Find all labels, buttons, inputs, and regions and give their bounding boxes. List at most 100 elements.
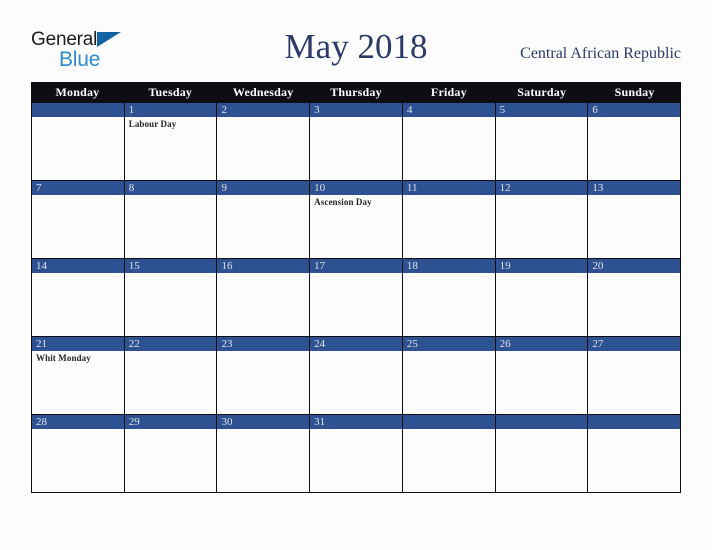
day-content: [496, 117, 588, 180]
day-content: [403, 351, 495, 414]
day-number: 4: [402, 103, 495, 117]
day-content: [310, 117, 402, 180]
day-content: [588, 195, 680, 258]
day-content: [32, 195, 124, 258]
calendar-day-cell[interactable]: 3: [310, 103, 403, 180]
calendar-day-cell[interactable]: 30: [217, 415, 311, 492]
calendar-day-cell[interactable]: 8: [124, 181, 218, 258]
calendar-week-row: 21 Whit Monday 22 23 24 25 26 27: [31, 337, 681, 415]
day-number: 7: [32, 181, 124, 195]
holiday-label: Labour Day: [128, 119, 177, 129]
logo-triangle-icon: [97, 32, 121, 47]
calendar-day-cell[interactable]: 16: [217, 259, 311, 336]
day-number: [32, 103, 124, 117]
day-number: 16: [217, 259, 310, 273]
page-header: General Blue May 2018 Central African Re…: [0, 0, 712, 82]
calendar-week-row: 14 15 16 17 18 19 20: [31, 259, 681, 337]
weekday-friday: Friday: [430, 85, 467, 99]
calendar-day-cell[interactable]: 11: [402, 181, 496, 258]
calendar-day-cell[interactable]: 29: [124, 415, 218, 492]
calendar-day-cell[interactable]: 7: [32, 181, 125, 258]
day-number: 11: [402, 181, 495, 195]
calendar-day-cell[interactable]: 12: [495, 181, 589, 258]
calendar-day-cell[interactable]: 13: [588, 181, 681, 258]
day-content: [217, 117, 309, 180]
calendar-day-cell[interactable]: 6: [588, 103, 681, 180]
logo-text-blue: Blue: [59, 48, 101, 71]
day-number: 17: [310, 259, 402, 273]
calendar-day-cell[interactable]: 22: [124, 337, 218, 414]
calendar-day-cell[interactable]: 15: [124, 259, 218, 336]
weekday-saturday: Saturday: [517, 85, 567, 99]
day-number: 22: [124, 337, 217, 351]
day-number: 15: [124, 259, 217, 273]
day-number: 28: [32, 415, 124, 429]
calendar-day-cell[interactable]: 2: [217, 103, 311, 180]
calendar-day-cell[interactable]: 14: [32, 259, 125, 336]
calendar-day-cell[interactable]: 17: [310, 259, 403, 336]
day-number: 8: [124, 181, 217, 195]
day-content: [403, 195, 495, 258]
weekday-sunday: Sunday: [614, 85, 655, 99]
day-content: [217, 195, 309, 258]
general-blue-logo[interactable]: General Blue: [31, 30, 141, 74]
calendar-week-row: 28 29 30 31: [31, 415, 681, 493]
day-content: [310, 273, 402, 336]
day-content: [217, 351, 309, 414]
calendar-day-cell[interactable]: 26: [495, 337, 589, 414]
weekday-wednesday: Wednesday: [232, 85, 294, 99]
day-content: [496, 429, 588, 492]
calendar-day-cell[interactable]: 5: [495, 103, 589, 180]
day-number: 2: [217, 103, 310, 117]
day-number: 10: [310, 181, 402, 195]
day-number: 1: [124, 103, 217, 117]
day-content: [496, 273, 588, 336]
calendar-week-row: 1 Labour Day 2 3 4 5 6: [31, 102, 681, 181]
calendar-grid: Monday Tuesday Wednesday Thursday Friday…: [31, 82, 681, 493]
day-content: [496, 195, 588, 258]
calendar-day-cell[interactable]: 19: [495, 259, 589, 336]
calendar-day-cell[interactable]: 9: [217, 181, 311, 258]
weekday-tuesday: Tuesday: [148, 85, 193, 99]
day-number: 9: [217, 181, 310, 195]
day-content: [588, 273, 680, 336]
calendar-day-cell[interactable]: 1 Labour Day: [124, 103, 218, 180]
weekday-monday: Monday: [55, 85, 100, 99]
calendar-day-cell[interactable]: 21 Whit Monday: [32, 337, 125, 414]
calendar-weeks: 1 Labour Day 2 3 4 5 6 7 8 9 10 Ascension Day 11 12 13…: [31, 102, 681, 493]
calendar-page: General Blue May 2018 Central African Re…: [0, 0, 712, 550]
day-number: 24: [310, 337, 402, 351]
weekday-header-row: Monday Tuesday Wednesday Thursday Friday…: [31, 82, 681, 102]
day-content: [125, 195, 217, 258]
day-content: [588, 117, 680, 180]
day-number: 26: [495, 337, 588, 351]
calendar-day-cell[interactable]: 4: [402, 103, 496, 180]
day-content: [403, 429, 495, 492]
calendar-day-cell[interactable]: 10 Ascension Day: [310, 181, 403, 258]
day-content: Whit Monday: [32, 351, 124, 414]
day-content: [217, 273, 309, 336]
day-number: 21: [32, 337, 124, 351]
day-number: [588, 415, 681, 429]
day-number: 27: [588, 337, 681, 351]
day-number: 31: [310, 415, 402, 429]
page-title: May 2018: [284, 27, 428, 66]
day-content: [32, 429, 124, 492]
day-number: 19: [495, 259, 588, 273]
calendar-day-cell[interactable]: 24: [310, 337, 403, 414]
calendar-day-cell[interactable]: 25: [402, 337, 496, 414]
calendar-day-cell[interactable]: 27: [588, 337, 681, 414]
calendar-day-cell-empty: [32, 103, 125, 180]
calendar-day-cell[interactable]: 31: [310, 415, 403, 492]
day-content: [217, 429, 309, 492]
day-content: Labour Day: [125, 117, 217, 180]
day-content: [496, 351, 588, 414]
day-number: 12: [495, 181, 588, 195]
calendar-day-cell[interactable]: 28: [32, 415, 125, 492]
calendar-day-cell[interactable]: 20: [588, 259, 681, 336]
calendar-day-cell[interactable]: 18: [402, 259, 496, 336]
day-content: [125, 273, 217, 336]
weekday-thursday: Thursday: [330, 85, 382, 99]
calendar-day-cell[interactable]: 23: [217, 337, 311, 414]
day-content: [32, 117, 124, 180]
